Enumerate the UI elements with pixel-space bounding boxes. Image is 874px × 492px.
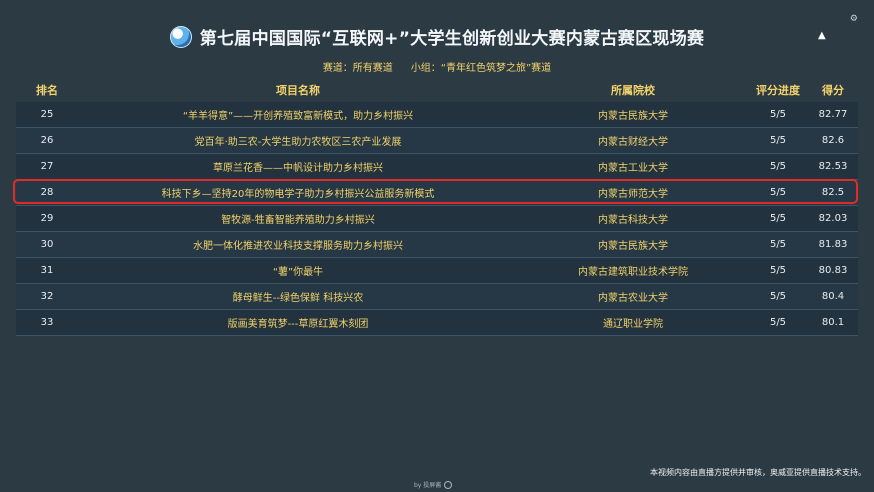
col-score: 得分 (822, 84, 844, 97)
table-header: 排名 项目名称 所属院校 评分进度 得分 (16, 78, 858, 102)
school-cell: 内蒙古财经大学 (598, 137, 668, 148)
table-row: 29 智牧源-牲畜智能养殖助力乡村振兴 内蒙古科技大学 5/5 82.03 (16, 206, 858, 232)
score-cell: 80.83 (818, 265, 848, 276)
score-cell: 82.03 (818, 213, 848, 224)
rank-cell: 25 (40, 109, 54, 120)
table-row: 32 酵母鲜生--绿色保鲜 科技兴农 内蒙古农业大学 5/5 80.4 (16, 284, 858, 310)
score-cell: 82.5 (821, 187, 845, 198)
score-cell: 81.83 (818, 239, 848, 250)
table-row: 33 版画美育筑梦---草原红翼木刻团 通辽职业学院 5/5 80.1 (16, 310, 858, 336)
progress-cell: 5/5 (769, 265, 787, 276)
project-name-cell: “羊羊得意”——开创养殖致富新模式，助力乡村振兴 (182, 111, 414, 122)
rank-cell: 31 (40, 265, 54, 276)
watermark-icon (444, 480, 453, 489)
progress-cell: 5/5 (769, 317, 787, 328)
score-cell: 80.1 (821, 317, 845, 328)
track-filter[interactable]: 赛道：所有赛道 (323, 59, 393, 74)
rank-cell: 29 (40, 213, 54, 224)
rank-cell: 28 (40, 187, 54, 198)
ranking-table: 排名 项目名称 所属院校 评分进度 得分 25 “羊羊得意”——开创养殖致富新模… (13, 78, 858, 336)
page-title: 第七届中国国际“互联网+”大学生创新创业大赛内蒙古赛区现场赛 (199, 29, 705, 49)
score-cell: 82.6 (821, 135, 845, 146)
cursor-icon: ▲ (818, 30, 826, 41)
school-cell: 内蒙古工业大学 (598, 163, 668, 174)
table-row: 30 水肥一体化推进农业科技支撑服务助力乡村振兴 内蒙古民族大学 5/5 81.… (16, 232, 858, 258)
watermark-text: by 投屏酱 (414, 482, 442, 489)
progress-cell: 5/5 (769, 135, 787, 146)
progress-cell: 5/5 (769, 239, 787, 250)
score-cell: 80.4 (821, 291, 845, 302)
school-cell: 内蒙古民族大学 (598, 111, 668, 122)
progress-cell: 5/5 (769, 187, 787, 198)
project-name-cell: 酵母鲜生--绿色保鲜 科技兴农 (232, 293, 364, 304)
school-cell: 内蒙古民族大学 (598, 241, 668, 252)
project-name-cell: 水肥一体化推进农业科技支撑服务助力乡村振兴 (193, 241, 403, 252)
project-name-cell: “薯”你最牛 (272, 267, 324, 278)
rank-cell: 30 (40, 239, 54, 250)
school-cell: 内蒙古科技大学 (598, 215, 668, 226)
disclaimer-text: 本视频内容由直播方提供并审核，奥威亚提供直播技术支持。 (650, 468, 866, 477)
group-filter[interactable]: 小组：“青年红色筑梦之旅”赛道 (411, 59, 551, 74)
project-name-cell: 党百年·助三农-大学生助力农牧区三农产业发展 (194, 137, 402, 148)
table-row: 25 “羊羊得意”——开创养殖致富新模式，助力乡村振兴 内蒙古民族大学 5/5 … (16, 102, 858, 128)
col-name: 项目名称 (276, 84, 320, 97)
score-cell: 82.53 (818, 161, 848, 172)
school-cell: 内蒙古农业大学 (598, 293, 668, 304)
project-name-cell: 智牧源-牲畜智能养殖助力乡村振兴 (221, 215, 375, 226)
header: 第七届中国国际“互联网+”大学生创新创业大赛内蒙古赛区现场赛 (0, 24, 874, 49)
project-name-cell: 版画美育筑梦---草原红翼木刻团 (227, 319, 369, 330)
score-cell: 82.77 (818, 109, 848, 120)
rank-cell: 32 (40, 291, 54, 302)
progress-cell: 5/5 (769, 109, 787, 120)
filter-bar: 赛道：所有赛道 小组：“青年红色筑梦之旅”赛道 (0, 59, 874, 74)
table-row-highlighted: 28 科技下乡—坚持20年的物电学子助力乡村振兴公益服务新模式 内蒙古师范大学 … (13, 179, 858, 206)
progress-cell: 5/5 (769, 291, 787, 302)
col-school: 所属院校 (611, 84, 655, 97)
project-name-cell: 草原兰花香——中帆设计助力乡村振兴 (213, 163, 383, 174)
table-row: 27 草原兰花香——中帆设计助力乡村振兴 内蒙古工业大学 5/5 82.53 (16, 154, 858, 180)
rank-cell: 26 (40, 135, 54, 146)
settings-icon[interactable]: ⚙ (850, 14, 858, 24)
rank-cell: 33 (40, 317, 54, 328)
table-row: 31 “薯”你最牛 内蒙古建筑职业技术学院 5/5 80.83 (16, 258, 858, 284)
col-progress: 评分进度 (756, 84, 800, 97)
progress-cell: 5/5 (769, 161, 787, 172)
table-row: 26 党百年·助三农-大学生助力农牧区三农产业发展 内蒙古财经大学 5/5 82… (16, 128, 858, 154)
rank-cell: 27 (40, 161, 54, 172)
school-cell: 内蒙古建筑职业技术学院 (578, 267, 688, 278)
watermark: by 投屏酱 (414, 480, 453, 489)
school-cell: 通辽职业学院 (603, 319, 663, 330)
globe-logo-icon (169, 25, 192, 48)
col-rank: 排名 (36, 84, 58, 97)
progress-cell: 5/5 (769, 213, 787, 224)
school-cell: 内蒙古师范大学 (598, 189, 668, 200)
project-name-cell: 科技下乡—坚持20年的物电学子助力乡村振兴公益服务新模式 (161, 189, 435, 200)
